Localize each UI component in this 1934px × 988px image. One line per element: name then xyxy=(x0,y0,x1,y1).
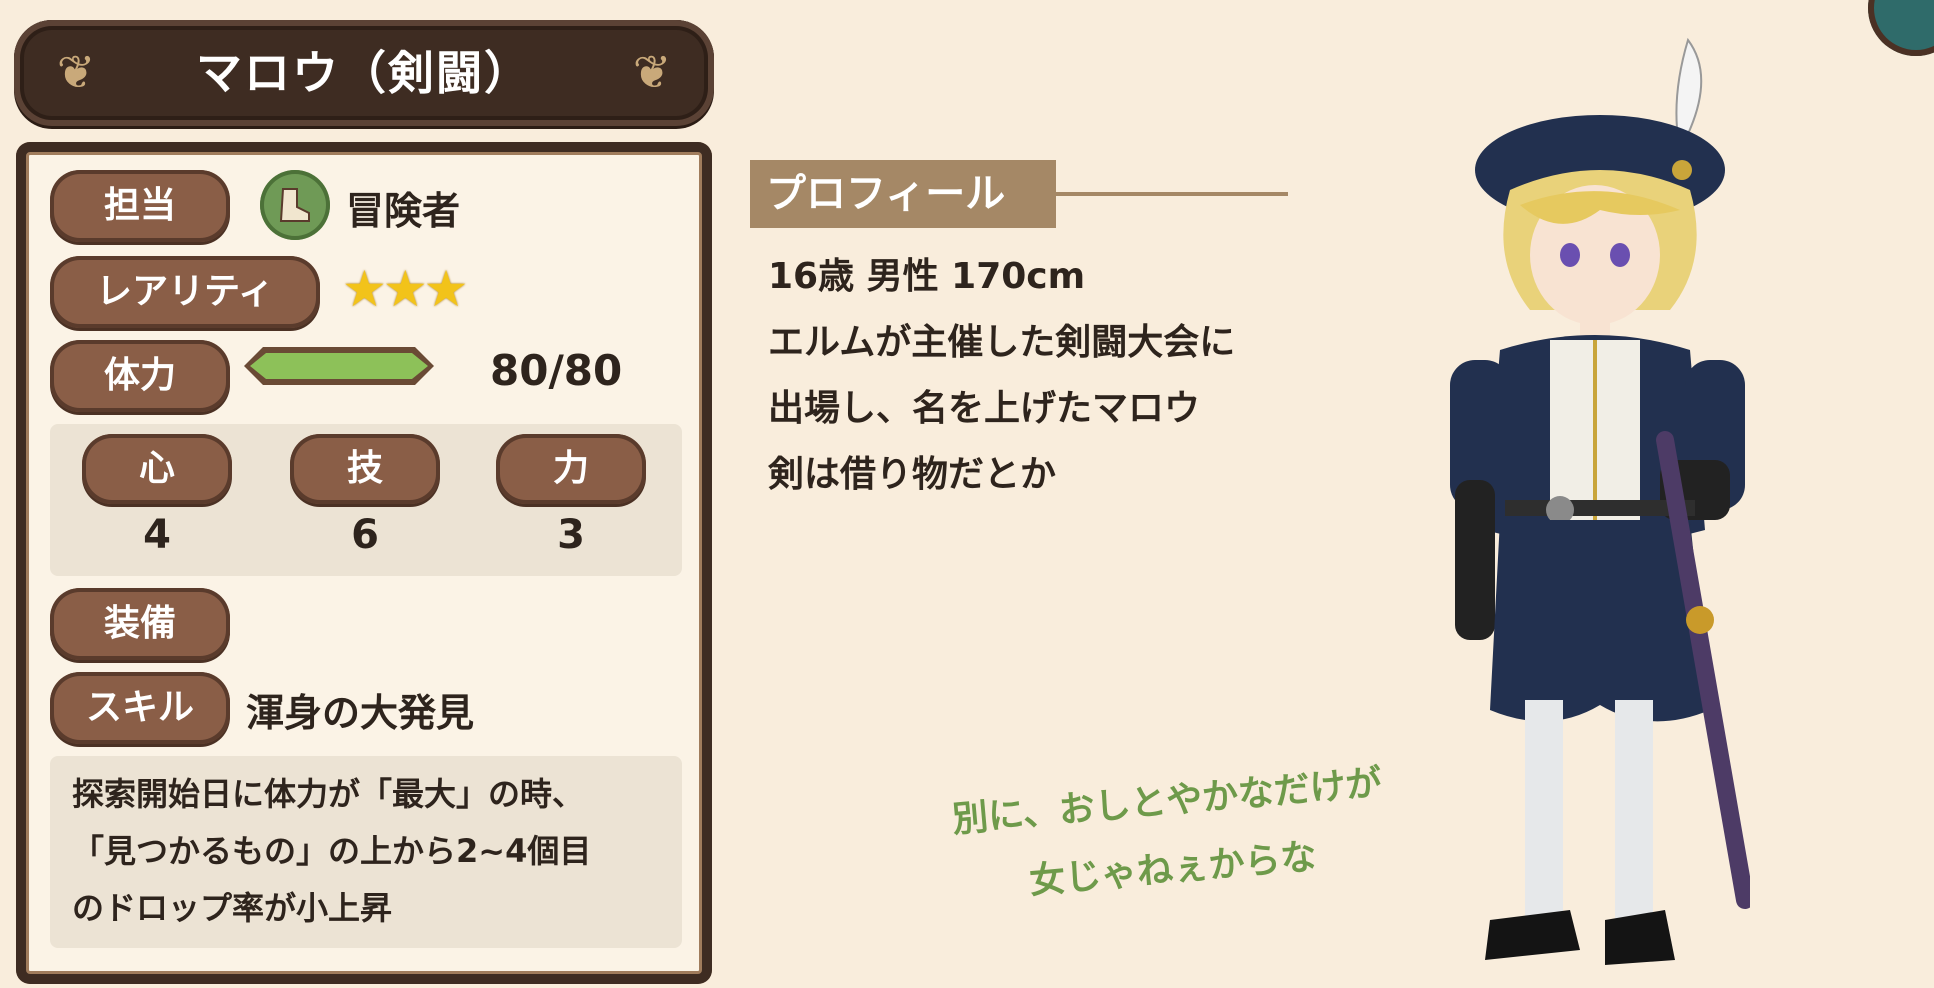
role-value: 冒険者 xyxy=(346,189,461,233)
profile-line: 出場し、名を上げたマロウ xyxy=(768,388,1201,429)
character-portrait xyxy=(1450,37,1750,965)
attribute-skill-label: 技 xyxy=(290,434,440,504)
hp-value: 80/80 xyxy=(490,346,623,395)
profile-line: 16歳 男性 170cm xyxy=(768,256,1086,297)
boot-icon xyxy=(260,170,330,240)
attribute-skill-value: 6 xyxy=(351,512,379,558)
hp-bar xyxy=(244,347,434,385)
star-icon: ★ xyxy=(423,260,469,318)
profile-header-rule xyxy=(1056,192,1288,196)
character-name-banner: ❦ マロウ（剣闘） ❦ xyxy=(14,20,714,126)
attribute-power-value: 3 xyxy=(557,512,585,558)
attribute-box: 心 技 力 4 6 3 xyxy=(50,424,682,576)
skill-label: スキル xyxy=(50,672,230,744)
character-quote: 別に、おしとやかなだけが 女じゃねぇからな xyxy=(885,744,1455,928)
rarity-stars: ★★★ xyxy=(342,260,469,318)
attribute-heart-value: 4 xyxy=(143,512,171,558)
profile-text: 16歳 男性 170cm エルムが主催した剣闘大会に 出場し、名を上げたマロウ … xyxy=(768,244,1235,508)
skill-description-line: 探索開始日に体力が「最大」の時、 xyxy=(72,775,585,813)
role-label: 担当 xyxy=(50,170,230,242)
skill-description-line: のドロップ率が小上昇 xyxy=(72,889,393,927)
skill-name: 渾身の大発見 xyxy=(246,691,475,735)
profile-header: プロフィール xyxy=(750,160,1056,228)
equipment-label: 装備 xyxy=(50,588,230,660)
flourish-right-icon: ❦ xyxy=(632,45,672,99)
profile-line: エルムが主催した剣闘大会に xyxy=(768,322,1236,363)
profile-line: 剣は借り物だとか xyxy=(768,454,1057,495)
hp-label: 体力 xyxy=(50,340,230,412)
star-icon: ★ xyxy=(382,260,428,318)
skill-description-line: 「見つかるもの」の上から2~4個目 xyxy=(72,832,592,870)
rarity-label: レアリティ xyxy=(50,256,320,328)
attribute-heart-label: 心 xyxy=(82,434,232,504)
skill-description: 探索開始日に体力が「最大」の時、 「見つかるもの」の上から2~4個目 のドロップ… xyxy=(50,756,682,948)
attribute-power-label: 力 xyxy=(496,434,646,504)
star-icon: ★ xyxy=(342,260,387,318)
character-stats-panel: 担当 冒険者 レアリティ ★★★ 体力 80/80 心 技 力 4 6 3 装備… xyxy=(16,142,712,984)
corner-menu-badge[interactable] xyxy=(1868,0,1934,56)
hp-bar-fill xyxy=(250,353,428,379)
character-name: マロウ（剣闘） xyxy=(196,46,532,100)
